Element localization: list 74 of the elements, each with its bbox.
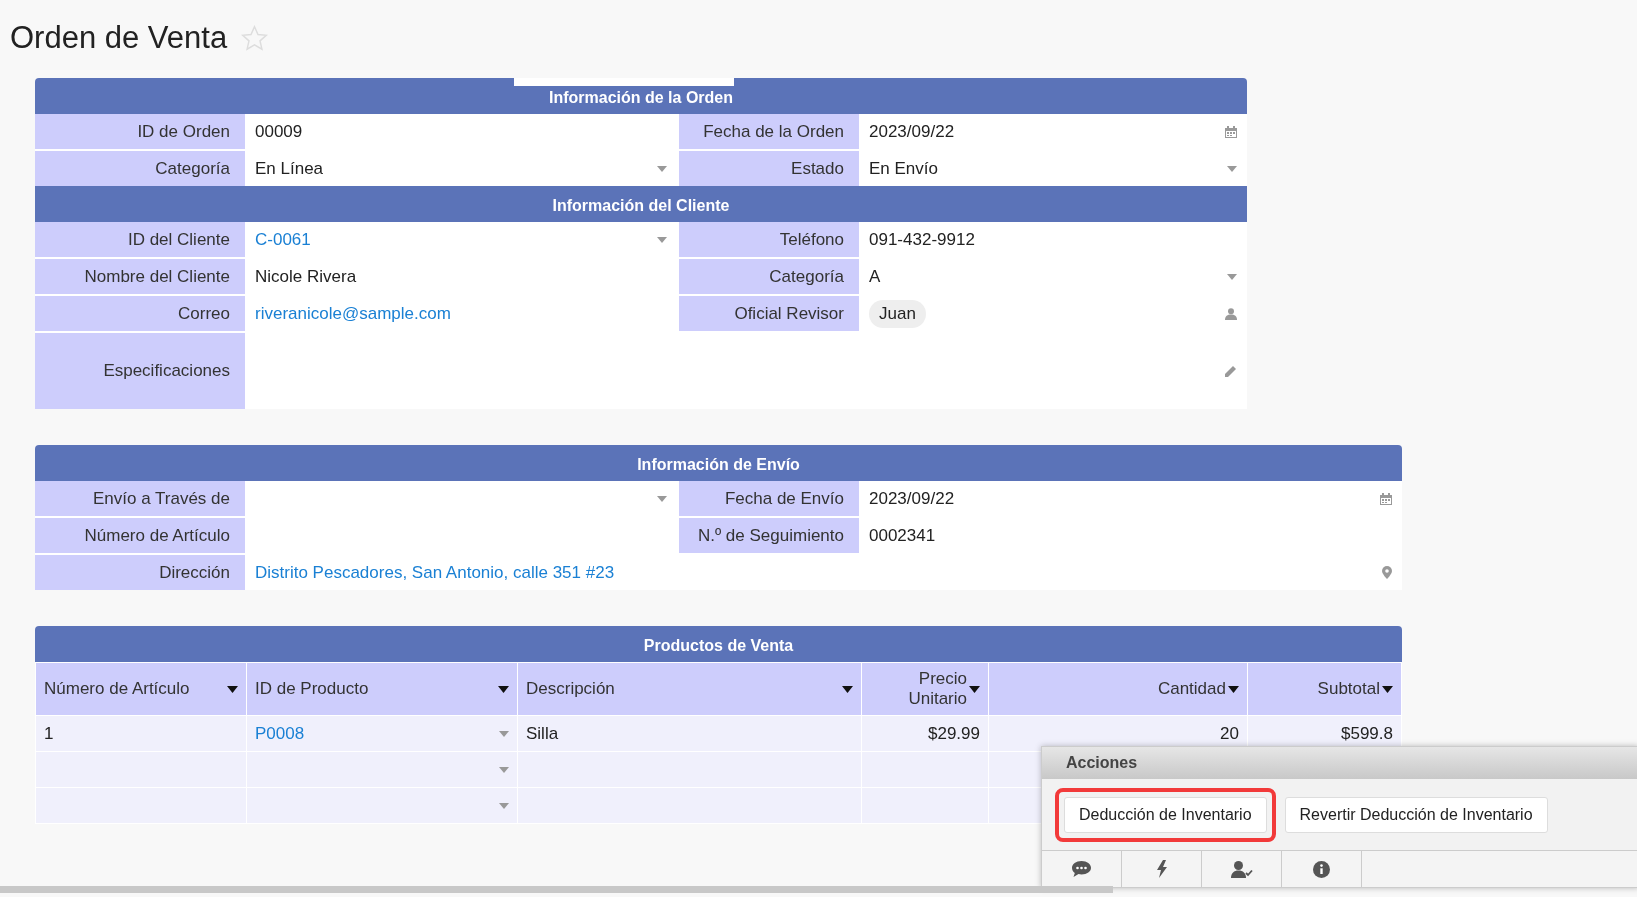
field-label: Nombre del Cliente bbox=[35, 259, 245, 294]
page-title: Orden de Venta bbox=[10, 20, 228, 56]
person-check-icon bbox=[1230, 860, 1253, 878]
sort-caret-icon[interactable] bbox=[227, 685, 238, 693]
action-button[interactable]: Deducción de Inventario bbox=[1064, 796, 1267, 833]
pencil-icon[interactable] bbox=[1224, 364, 1237, 378]
field-link[interactable]: C-0061 bbox=[255, 229, 311, 250]
chat-bubble-icon bbox=[1072, 861, 1091, 877]
lightning-icon bbox=[1155, 860, 1168, 878]
column-header[interactable]: Cantidad bbox=[988, 662, 1248, 716]
column-header[interactable]: Precio Unitario bbox=[861, 662, 989, 716]
sort-caret-icon[interactable] bbox=[842, 685, 853, 693]
table-cell: $599.8 bbox=[1341, 723, 1393, 743]
field-label: Correo bbox=[35, 296, 245, 331]
table-cell: 20 bbox=[1220, 723, 1239, 743]
table-cell: Silla bbox=[526, 723, 559, 743]
field-label: Número de Artículo bbox=[35, 518, 245, 553]
section-header: Información del Cliente bbox=[35, 186, 1247, 222]
dropdown-caret-icon[interactable] bbox=[499, 730, 509, 737]
section-header: Información de Envío bbox=[35, 445, 1402, 481]
calendar-icon[interactable] bbox=[1225, 125, 1237, 138]
field-label: N.º de Seguimiento bbox=[679, 518, 859, 553]
field-label: Categoría bbox=[679, 259, 859, 294]
dropdown-caret-icon[interactable] bbox=[499, 802, 509, 809]
field-value: 091-432-9912 bbox=[869, 229, 975, 250]
field-label: ID del Cliente bbox=[35, 222, 245, 257]
dropdown-caret-icon[interactable] bbox=[1227, 165, 1237, 172]
field-value: En Envío bbox=[869, 158, 938, 179]
column-header[interactable]: ID de Producto bbox=[246, 662, 518, 716]
star-icon[interactable] bbox=[241, 24, 269, 52]
person-icon[interactable] bbox=[1225, 307, 1237, 320]
dropdown-caret-icon[interactable] bbox=[1227, 273, 1237, 280]
field-label: Estado bbox=[679, 151, 859, 186]
table-cell: $29.99 bbox=[928, 723, 980, 743]
field-link[interactable]: Distrito Pescadores, San Antonio, calle 351 #23 bbox=[255, 562, 615, 583]
table-cell: 1 bbox=[44, 723, 54, 743]
field-value: A bbox=[869, 266, 881, 287]
calendar-icon[interactable] bbox=[1380, 492, 1392, 505]
field-value: En Línea bbox=[255, 158, 324, 179]
dropdown-caret-icon[interactable] bbox=[499, 766, 509, 773]
field-label: Especificaciones bbox=[35, 333, 245, 409]
user-chip[interactable]: Juan bbox=[869, 299, 926, 328]
dropdown-caret-icon[interactable] bbox=[657, 495, 667, 502]
field-value: 00009 bbox=[255, 121, 303, 142]
field-label: Teléfono bbox=[679, 222, 859, 257]
field-label: Envío a Través de bbox=[35, 481, 245, 516]
field-label: Dirección bbox=[35, 555, 245, 590]
sort-caret-icon[interactable] bbox=[969, 685, 980, 693]
column-header[interactable]: Descripción bbox=[517, 662, 862, 716]
section-header: Productos de Venta bbox=[35, 626, 1402, 662]
column-header[interactable]: Número de Artículo bbox=[35, 662, 247, 716]
column-header[interactable]: Subtotal bbox=[1247, 662, 1402, 716]
field-label: Categoría bbox=[35, 151, 245, 186]
section-header: Información de la Orden bbox=[35, 78, 1247, 114]
sort-caret-icon[interactable] bbox=[498, 685, 509, 693]
field-label: Fecha de la Orden bbox=[679, 114, 859, 149]
sort-caret-icon[interactable] bbox=[1382, 685, 1393, 693]
field-value: 2023/09/22 bbox=[869, 488, 955, 509]
map-pin-icon[interactable] bbox=[1382, 566, 1392, 579]
action-button[interactable]: Revertir Deducción de Inventario bbox=[1284, 796, 1548, 833]
panel-title: Acciones bbox=[1042, 747, 1637, 779]
field-value: 2023/09/22 bbox=[869, 121, 955, 142]
field-value: 0002341 bbox=[869, 525, 936, 546]
dropdown-caret-icon[interactable] bbox=[657, 236, 667, 243]
sort-caret-icon[interactable] bbox=[1228, 685, 1239, 693]
info-icon bbox=[1313, 860, 1330, 878]
field-label: ID de Orden bbox=[35, 114, 245, 149]
scrollbar[interactable] bbox=[0, 886, 1113, 893]
field-link[interactable]: riveranicole@sample.com bbox=[255, 303, 451, 324]
field-label: Oficial Revisor bbox=[679, 296, 859, 331]
table-link[interactable]: P0008 bbox=[255, 723, 305, 744]
field-label: Fecha de Envío bbox=[679, 481, 859, 516]
field-value: Nicole Rivera bbox=[255, 266, 357, 287]
dropdown-caret-icon[interactable] bbox=[657, 165, 667, 172]
